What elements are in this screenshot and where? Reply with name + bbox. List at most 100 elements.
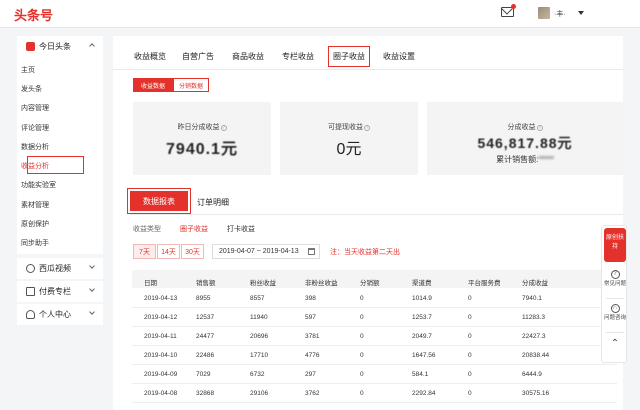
chevron-up-icon[interactable] bbox=[89, 43, 95, 49]
subtab-report[interactable]: 数据报表 bbox=[127, 188, 191, 214]
cell-channel: 2049.7 bbox=[412, 333, 432, 340]
username[interactable]: ·丰· bbox=[554, 9, 566, 19]
cell-sales: 24477 bbox=[196, 333, 215, 340]
col-nonfan: 非粉丝收益 bbox=[305, 280, 338, 287]
sidebar-group-label: 付费专栏 bbox=[39, 287, 71, 296]
filter-circle[interactable]: 圈子收益 bbox=[180, 224, 208, 234]
chevron-down-icon[interactable] bbox=[89, 309, 95, 315]
cell-platform: 0 bbox=[468, 295, 472, 302]
top-bar: 头条号 ·丰· bbox=[0, 0, 640, 28]
cell-share: 22427.3 bbox=[522, 333, 546, 340]
cell-distrib: 0 bbox=[360, 333, 364, 340]
sidebar-group-personal[interactable]: 个人中心 bbox=[17, 304, 103, 325]
tab-self-ads[interactable]: 自营广告 bbox=[182, 51, 214, 62]
cell-nonfan: 398 bbox=[305, 295, 316, 302]
active-item-highlight bbox=[27, 156, 84, 174]
cell-distrib: 0 bbox=[360, 352, 364, 359]
faq-button[interactable]: ? 常见问题 bbox=[602, 270, 628, 288]
chevron-down-icon[interactable] bbox=[89, 263, 95, 269]
sidebar-group-xigua[interactable]: 西瓜视频 bbox=[17, 258, 103, 279]
tab-overview[interactable]: 收益概览 bbox=[134, 51, 166, 62]
card-label: 分成收益? bbox=[507, 124, 543, 131]
cell-sales: 7029 bbox=[196, 371, 211, 378]
cell-date: 2019-04-10 bbox=[144, 352, 178, 359]
question-icon[interactable]: ? bbox=[536, 125, 543, 131]
tab-column[interactable]: 专栏收益 bbox=[282, 51, 314, 62]
cell-channel: 1253.7 bbox=[412, 314, 432, 321]
sidebar-item-content[interactable]: 内容管理 bbox=[21, 103, 49, 113]
help-icon: ? bbox=[610, 270, 620, 279]
consult-button[interactable]: ∩ 问题咨询 bbox=[602, 304, 628, 322]
divider bbox=[130, 214, 623, 215]
col-distrib: 分销额 bbox=[360, 280, 380, 287]
table-row: 2019-04-10 22486 17710 4776 0 1647.56 0 20838.4… bbox=[132, 346, 617, 365]
sidebar-item-assets[interactable]: 素材管理 bbox=[21, 200, 49, 210]
cell-fan: 8557 bbox=[250, 295, 265, 302]
sidebar-item-analytics[interactable]: 数据分析 bbox=[21, 142, 49, 152]
cell-sales: 22486 bbox=[196, 352, 215, 359]
date-range-picker[interactable]: 2019-04-07 ~ 2019-04-13 bbox=[212, 244, 320, 259]
cell-channel: 1647.56 bbox=[412, 352, 436, 359]
col-channel: 渠道费 bbox=[412, 280, 432, 287]
cell-fan: 20696 bbox=[250, 333, 269, 340]
cell-distrib: 0 bbox=[360, 314, 364, 321]
tab-products[interactable]: 商品收益 bbox=[232, 51, 264, 62]
cell-fan: 29106 bbox=[250, 390, 269, 397]
cell-nonfan: 3781 bbox=[305, 333, 320, 340]
table-row: 2019-04-12 12537 11940 597 0 1253.7 0 11283.3 bbox=[132, 308, 617, 327]
segment-revenue-data[interactable]: 收益数据 bbox=[133, 78, 173, 92]
cell-date: 2019-04-13 bbox=[144, 295, 178, 302]
logo[interactable]: 头条号 bbox=[14, 5, 53, 24]
sidebar-item-original[interactable]: 原创保护 bbox=[21, 219, 49, 229]
cell-platform: 0 bbox=[468, 314, 472, 321]
toutiao-icon bbox=[26, 42, 35, 51]
person-icon bbox=[26, 310, 35, 319]
video-icon bbox=[26, 264, 35, 273]
calendar-icon[interactable] bbox=[308, 248, 315, 255]
chevron-down-icon[interactable] bbox=[89, 286, 95, 292]
caret-down-icon[interactable] bbox=[578, 11, 584, 15]
cell-platform: 0 bbox=[468, 333, 472, 340]
table-row: 2019-04-13 8955 8557 398 0 1014.9 0 7940.1 bbox=[132, 289, 617, 308]
divider bbox=[606, 298, 624, 299]
sidebar-item-home[interactable]: 主页 bbox=[21, 65, 35, 75]
card-withdrawable: 可提现收益? 0元 bbox=[280, 102, 418, 175]
filter-checkin[interactable]: 打卡收益 bbox=[227, 224, 255, 234]
question-icon[interactable]: ? bbox=[364, 125, 370, 131]
subtab-orders[interactable]: 订单明细 bbox=[197, 197, 229, 208]
divider bbox=[606, 332, 624, 333]
range-7d[interactable]: 7天 bbox=[133, 244, 156, 259]
col-share: 分成收益 bbox=[522, 280, 548, 287]
sidebar-item-comments[interactable]: 评论管理 bbox=[21, 123, 49, 133]
sidebar-item-lab[interactable]: 功能实验室 bbox=[21, 180, 56, 190]
cell-nonfan: 297 bbox=[305, 371, 316, 378]
question-icon[interactable]: ? bbox=[220, 125, 227, 131]
headset-icon: ∩ bbox=[610, 304, 620, 313]
cell-fan: 11940 bbox=[250, 314, 268, 321]
table-row: 2019-04-11 24477 20696 3781 0 2049.7 0 22427.3 bbox=[132, 327, 617, 346]
range-14d[interactable]: 14天 bbox=[157, 244, 180, 259]
revenue-note: 注：当天收益第二天出 bbox=[330, 249, 400, 256]
date-range-text: 2019-04-07 ~ 2019-04-13 bbox=[219, 248, 299, 255]
cell-distrib: 0 bbox=[360, 390, 364, 397]
table-header: 日期 销售额 粉丝收益 非粉丝收益 分销额 渠道费 平台服务费 分成收益 bbox=[132, 270, 617, 288]
segment-distribution-data[interactable]: 分销数据 bbox=[173, 78, 209, 92]
sidebar-item-publish[interactable]: 发头条 bbox=[21, 84, 42, 94]
range-30d[interactable]: 30天 bbox=[181, 244, 204, 259]
sidebar-item-sync[interactable]: 同步助手 bbox=[21, 238, 49, 248]
table-row: 2019-04-09 7029 6732 297 0 584.1 0 6444.9 bbox=[132, 365, 617, 384]
original-support-button[interactable]: 原创扶持 bbox=[604, 228, 626, 262]
column-icon bbox=[26, 287, 35, 296]
active-tab-highlight bbox=[328, 46, 370, 67]
sidebar-group-paid-column[interactable]: 付费专栏 bbox=[17, 281, 103, 302]
arrow-up-icon[interactable]: ⌃ bbox=[602, 339, 628, 349]
cell-share: 6444.9 bbox=[522, 371, 542, 378]
sidebar-section-header[interactable]: 今日头条 bbox=[17, 36, 103, 57]
cell-distrib: 0 bbox=[360, 295, 364, 302]
avatar[interactable] bbox=[538, 7, 550, 19]
tab-settings[interactable]: 收益设置 bbox=[383, 51, 415, 62]
sidebar-section-label: 今日头条 bbox=[39, 42, 71, 51]
col-date: 日期 bbox=[144, 280, 157, 287]
cell-share: 30575.16 bbox=[522, 390, 550, 397]
cell-share: 20838.44 bbox=[522, 352, 550, 359]
